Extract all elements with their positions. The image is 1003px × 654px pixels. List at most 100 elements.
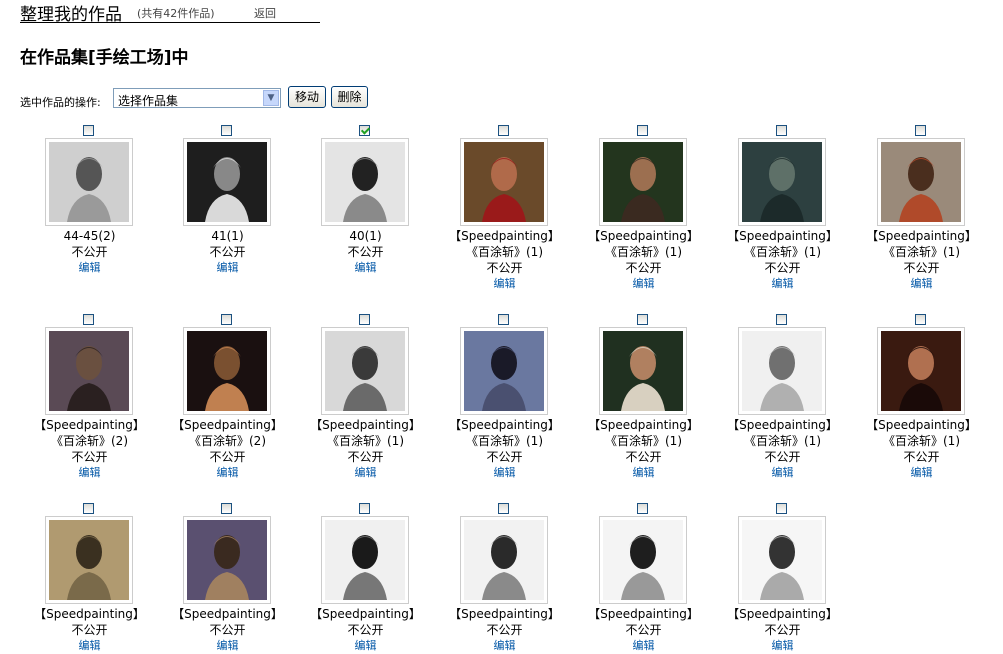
work-title-line: 【Speedpainting】 bbox=[310, 607, 421, 621]
edit-link[interactable]: 编辑 bbox=[574, 638, 713, 654]
select-checkbox[interactable] bbox=[776, 125, 787, 136]
work-title-line: 《百涂斩》(1) bbox=[466, 245, 543, 259]
edit-link[interactable]: 编辑 bbox=[296, 638, 435, 654]
work-title-line: 《百涂斩》(2) bbox=[189, 434, 266, 448]
select-checkbox[interactable] bbox=[637, 503, 648, 514]
work-title-line: 《百涂斩》(1) bbox=[605, 434, 682, 448]
select-checkbox[interactable] bbox=[221, 314, 232, 325]
work-title-line: 【Speedpainting】 bbox=[449, 229, 560, 243]
privacy-status: 不公开 bbox=[486, 261, 523, 275]
back-link[interactable]: 返回 bbox=[254, 5, 276, 21]
works-count: (共有42件作品) bbox=[137, 7, 215, 20]
edit-link[interactable]: 编辑 bbox=[158, 465, 297, 481]
edit-link[interactable]: 编辑 bbox=[435, 465, 574, 481]
work-thumbnail[interactable] bbox=[45, 516, 133, 604]
collection-select[interactable]: 选择作品集 ▼ bbox=[113, 88, 281, 108]
work-thumbnail[interactable] bbox=[460, 516, 548, 604]
select-checkbox[interactable] bbox=[915, 314, 926, 325]
select-checkbox[interactable] bbox=[359, 125, 370, 136]
work-thumbnail[interactable] bbox=[183, 516, 271, 604]
work-title-line: 【Speedpainting】 bbox=[449, 418, 560, 432]
edit-link[interactable]: 编辑 bbox=[158, 638, 297, 654]
work-title-line: 41(1) bbox=[211, 229, 244, 243]
edit-link[interactable]: 编辑 bbox=[713, 638, 852, 654]
work-info: 【Speedpainting】 《百涂斩》(2) 不公开 编辑 bbox=[158, 417, 297, 481]
collection-title: 在作品集[手绘工场]中 bbox=[20, 48, 189, 68]
work-info: 【Speedpainting】 《百涂斩》(2) 不公开 编辑 bbox=[20, 417, 159, 481]
work-title-line: 【Speedpainting】 bbox=[34, 607, 145, 621]
work-title-line: 【Speedpainting】 bbox=[34, 418, 145, 432]
work-title-line: 《百涂斩》(1) bbox=[466, 434, 543, 448]
work-thumbnail[interactable] bbox=[599, 327, 687, 415]
select-checkbox[interactable] bbox=[498, 125, 509, 136]
work-info: 【Speedpainting】 《百涂斩》(1) 不公开 编辑 bbox=[852, 417, 991, 481]
select-checkbox[interactable] bbox=[498, 503, 509, 514]
privacy-status: 不公开 bbox=[486, 450, 523, 464]
select-checkbox[interactable] bbox=[915, 125, 926, 136]
select-checkbox[interactable] bbox=[83, 503, 94, 514]
privacy-status: 不公开 bbox=[71, 245, 108, 259]
work-thumbnail[interactable] bbox=[738, 516, 826, 604]
edit-link[interactable]: 编辑 bbox=[713, 465, 852, 481]
work-thumbnail[interactable] bbox=[738, 138, 826, 226]
work-info: 【Speedpainting】 《百涂斩》(1) 不公开 编辑 bbox=[296, 417, 435, 481]
edit-link[interactable]: 编辑 bbox=[296, 260, 435, 276]
work-thumbnail[interactable] bbox=[460, 327, 548, 415]
select-checkbox[interactable] bbox=[637, 314, 648, 325]
work-info: 【Speedpainting】 《百涂斩》(1) 不公开 编辑 bbox=[574, 417, 713, 481]
work-thumbnail[interactable] bbox=[877, 327, 965, 415]
edit-link[interactable]: 编辑 bbox=[852, 276, 991, 292]
edit-link[interactable]: 编辑 bbox=[20, 260, 159, 276]
privacy-status: 不公开 bbox=[764, 261, 801, 275]
select-checkbox[interactable] bbox=[359, 314, 370, 325]
work-thumbnail[interactable] bbox=[321, 516, 409, 604]
move-button[interactable]: 移动 bbox=[288, 86, 326, 108]
work-thumbnail[interactable] bbox=[877, 138, 965, 226]
delete-button[interactable]: 删除 bbox=[331, 86, 368, 108]
work-thumbnail[interactable] bbox=[183, 138, 271, 226]
select-checkbox[interactable] bbox=[637, 125, 648, 136]
work-title-line: 【Speedpainting】 bbox=[866, 418, 977, 432]
edit-link[interactable]: 编辑 bbox=[435, 638, 574, 654]
work-info: 【Speedpainting】 不公开 编辑 bbox=[435, 606, 574, 654]
work-thumbnail[interactable] bbox=[738, 327, 826, 415]
select-checkbox[interactable] bbox=[776, 314, 787, 325]
work-thumbnail[interactable] bbox=[460, 138, 548, 226]
work-title-line: 【Speedpainting】 bbox=[588, 418, 699, 432]
edit-link[interactable]: 编辑 bbox=[158, 260, 297, 276]
work-title-line: 【Speedpainting】 bbox=[310, 418, 421, 432]
select-checkbox[interactable] bbox=[359, 503, 370, 514]
work-thumbnail[interactable] bbox=[45, 327, 133, 415]
work-title-line: 《百涂斩》(1) bbox=[883, 434, 960, 448]
work-thumbnail[interactable] bbox=[321, 327, 409, 415]
work-info: 【Speedpainting】 《百涂斩》(1) 不公开 编辑 bbox=[435, 228, 574, 292]
select-checkbox[interactable] bbox=[776, 503, 787, 514]
chevron-down-icon[interactable]: ▼ bbox=[263, 90, 279, 106]
work-info: 44-45(2) 不公开 编辑 bbox=[20, 228, 159, 276]
select-checkbox[interactable] bbox=[83, 125, 94, 136]
work-title-line: 【Speedpainting】 bbox=[727, 607, 838, 621]
work-thumbnail[interactable] bbox=[183, 327, 271, 415]
work-thumbnail[interactable] bbox=[45, 138, 133, 226]
edit-link[interactable]: 编辑 bbox=[296, 465, 435, 481]
edit-link[interactable]: 编辑 bbox=[20, 465, 159, 481]
select-checkbox[interactable] bbox=[221, 125, 232, 136]
privacy-status: 不公开 bbox=[209, 450, 246, 464]
work-title-line: 【Speedpainting】 bbox=[449, 607, 560, 621]
edit-link[interactable]: 编辑 bbox=[20, 638, 159, 654]
edit-link[interactable]: 编辑 bbox=[574, 465, 713, 481]
work-thumbnail[interactable] bbox=[599, 138, 687, 226]
select-checkbox[interactable] bbox=[83, 314, 94, 325]
edit-link[interactable]: 编辑 bbox=[574, 276, 713, 292]
edit-link[interactable]: 编辑 bbox=[713, 276, 852, 292]
edit-link[interactable]: 编辑 bbox=[852, 465, 991, 481]
select-checkbox[interactable] bbox=[221, 503, 232, 514]
select-checkbox[interactable] bbox=[498, 314, 509, 325]
work-thumbnail[interactable] bbox=[321, 138, 409, 226]
privacy-status: 不公开 bbox=[625, 623, 662, 637]
privacy-status: 不公开 bbox=[486, 623, 523, 637]
work-title-line: 44-45(2) bbox=[63, 229, 116, 243]
edit-link[interactable]: 编辑 bbox=[435, 276, 574, 292]
work-thumbnail[interactable] bbox=[599, 516, 687, 604]
work-title-line: 【Speedpainting】 bbox=[727, 229, 838, 243]
